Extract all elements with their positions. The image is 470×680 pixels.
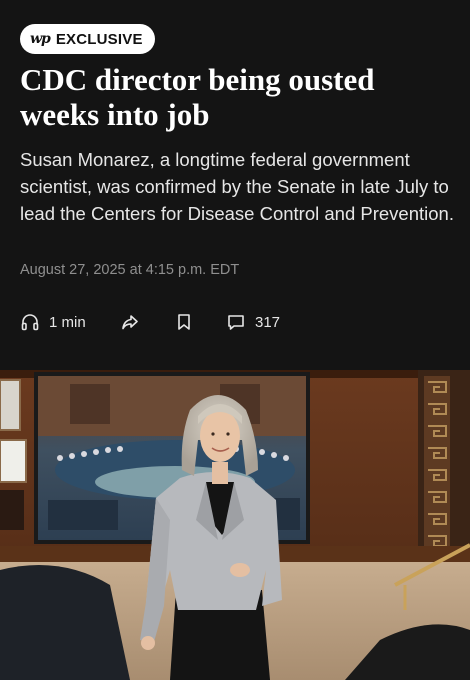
save-button[interactable] <box>174 310 194 334</box>
publish-date: August 27, 2025 at 4:15 p.m. EDT <box>20 262 240 278</box>
article-lead-photo[interactable] <box>0 370 470 680</box>
comments-button[interactable]: 317 <box>226 310 280 334</box>
comment-count: 317 <box>255 313 281 331</box>
listen-button[interactable]: 1 min <box>20 310 86 334</box>
photo-illustration <box>0 370 470 680</box>
exclusive-label: EXCLUSIVE <box>55 30 143 48</box>
headline[interactable]: CDC director being ousted weeks into job <box>20 62 450 132</box>
comment-bubble-icon <box>226 312 246 332</box>
share-arrow-icon <box>120 312 140 332</box>
headphones-icon <box>20 312 40 332</box>
article-header: wp EXCLUSIVE CDC director being ousted w… <box>0 0 470 370</box>
article-summary: Susan Monarez, a longtime federal govern… <box>20 149 454 224</box>
article-actions: 1 min 317 <box>20 310 320 334</box>
listen-duration: 1 min <box>49 313 86 331</box>
share-button[interactable] <box>120 310 140 334</box>
wp-logo: wp <box>30 31 51 47</box>
exclusive-badge: wp EXCLUSIVE <box>20 24 155 54</box>
bookmark-icon <box>174 312 194 332</box>
